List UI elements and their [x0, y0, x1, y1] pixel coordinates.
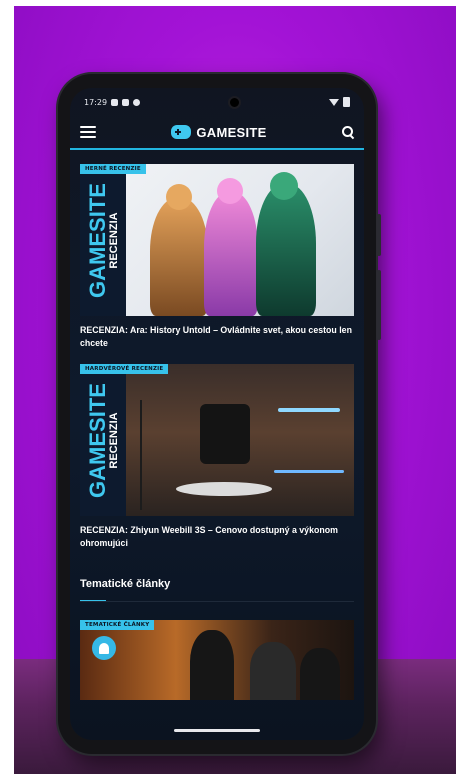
notification-icon-3 — [133, 98, 141, 106]
home-indicator[interactable] — [174, 729, 260, 732]
status-left: 17:29 — [84, 97, 141, 107]
character-head — [270, 172, 298, 200]
character-head — [166, 184, 192, 210]
camera-gimbal — [200, 404, 250, 464]
article-feed: HERNÉ RECENZIE GAMESITE RECENZIA RECENZI… — [70, 164, 364, 700]
character-head — [217, 178, 243, 204]
status-time: 17:29 — [84, 97, 108, 107]
site-logo[interactable]: GAMESITE — [171, 125, 266, 140]
notification-icon-2 — [122, 98, 130, 106]
article-thumbnail[interactable]: HARDVÉROVÉ RECENZIE GAMESITE RECENZIA — [80, 364, 354, 516]
smartphone: 17:29 GAMESITE HERNÉ RECENZIE GAMESITE R… — [58, 74, 381, 754]
article-title[interactable]: RECENZIA: Ara: History Untold – Ovládnit… — [80, 324, 354, 350]
article-card[interactable]: HERNÉ RECENZIE GAMESITE RECENZIA RECENZI… — [80, 164, 354, 350]
notification-icon — [111, 98, 119, 106]
studio-light — [274, 470, 344, 473]
volume-button — [377, 214, 381, 256]
photo-backdrop: 17:29 GAMESITE HERNÉ RECENZIE GAMESITE R… — [14, 6, 456, 774]
search-icon[interactable] — [341, 126, 355, 140]
studio-light — [278, 408, 340, 412]
battery-icon — [343, 97, 350, 107]
brand-text: GAMESITE — [84, 382, 110, 498]
brand-subtext: RECENZIA — [107, 411, 120, 469]
status-right — [329, 97, 350, 107]
brand-text: GAMESITE — [84, 182, 110, 298]
power-button — [377, 270, 381, 340]
soldier-figure — [250, 642, 296, 700]
turntable — [176, 482, 272, 496]
brand-strip: GAMESITE RECENZIA — [80, 364, 126, 516]
article-title[interactable]: RECENZIA: Zhiyun Weebill 3S – Cenovo dos… — [80, 524, 354, 550]
wifi-icon — [329, 98, 339, 106]
brand-strip: GAMESITE RECENZIA — [80, 164, 126, 316]
character-figure — [150, 198, 208, 316]
section-title: Tematické články — [80, 578, 171, 590]
article-card[interactable]: TEMATICKÉ ČLÁNKY — [80, 620, 354, 700]
soldier-figure — [190, 630, 234, 700]
soldier-figure — [300, 648, 340, 700]
section-header: Tematické články — [80, 578, 354, 602]
app-header: GAMESITE — [70, 116, 364, 150]
article-card[interactable]: HARDVÉROVÉ RECENZIE GAMESITE RECENZIA RE… — [80, 364, 354, 550]
logo-text: GAMESITE — [196, 124, 267, 140]
gamepad-icon — [171, 125, 192, 139]
character-figure — [256, 184, 316, 316]
front-camera — [228, 95, 242, 109]
status-bar: 17:29 — [70, 88, 364, 116]
brand-subtext: RECENZIA — [107, 211, 120, 269]
phone-screen: 17:29 GAMESITE HERNÉ RECENZIE GAMESITE R… — [70, 88, 364, 740]
article-thumbnail[interactable]: HERNÉ RECENZIE GAMESITE RECENZIA — [80, 164, 354, 316]
character-figure — [204, 192, 258, 316]
section-divider — [80, 601, 354, 602]
category-badge[interactable]: HARDVÉROVÉ RECENZIE — [80, 364, 169, 374]
category-badge[interactable]: HERNÉ RECENZIE — [80, 164, 146, 174]
light-stand — [140, 400, 142, 510]
notification-bell-icon[interactable] — [92, 636, 116, 660]
category-badge[interactable]: TEMATICKÉ ČLÁNKY — [80, 620, 155, 630]
article-thumbnail[interactable]: TEMATICKÉ ČLÁNKY — [80, 620, 354, 700]
menu-icon[interactable] — [80, 126, 96, 138]
